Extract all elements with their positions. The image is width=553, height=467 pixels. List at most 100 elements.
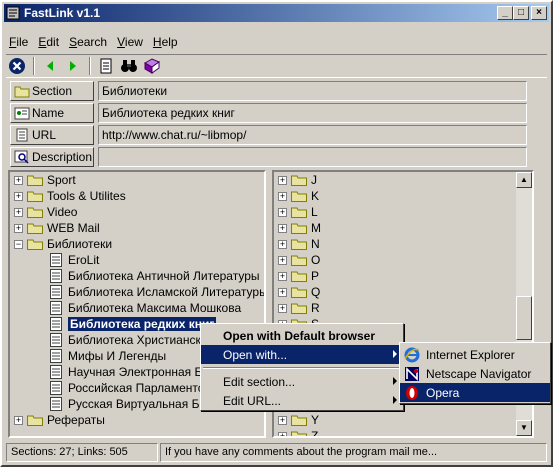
tree-item-label: Z (311, 429, 319, 438)
tree-folder[interactable]: + K (278, 188, 319, 204)
name-field[interactable]: Библиотека редких книг (98, 102, 527, 123)
forward-arrow-icon[interactable] (62, 56, 84, 76)
stop-icon[interactable] (6, 56, 28, 76)
tree-item-label: K (311, 189, 320, 203)
link-document-icon (50, 317, 62, 331)
menu-edit-url[interactable]: Edit URL... (201, 391, 403, 410)
document-icon (14, 128, 30, 142)
expander-icon[interactable]: + (278, 175, 287, 185)
folder-icon (27, 174, 43, 186)
description-row: Description (10, 146, 527, 167)
tree-folder[interactable]: + Video (14, 204, 77, 220)
tree-folder[interactable]: + N (278, 236, 320, 252)
menu-open-with[interactable]: Open with... (201, 345, 403, 364)
tree-folder[interactable]: + Рефераты (14, 412, 105, 428)
tree-folder[interactable]: + Sport (14, 172, 76, 188)
opera-icon (404, 385, 420, 401)
section-field[interactable]: Библиотеки (98, 80, 527, 101)
section-label: Section (32, 83, 73, 98)
browser-netscape-navigator[interactable]: Netscape Navigator (400, 364, 550, 383)
book-icon[interactable] (141, 56, 163, 76)
tree-link[interactable]: Библиотека Максима Мошкова (50, 300, 241, 316)
menu-open-with-label: Open with... (223, 347, 288, 362)
menu-help-accel: H (152, 35, 162, 49)
tree-item-label: P (311, 269, 320, 283)
description-field[interactable] (98, 146, 527, 167)
expander-icon[interactable]: + (278, 303, 287, 313)
scroll-thumb[interactable] (516, 296, 532, 340)
tree-link[interactable]: Библиотека редких книг (50, 316, 217, 332)
expander-icon[interactable]: + (14, 207, 23, 217)
notepad-icon[interactable] (95, 56, 117, 76)
tree-folder[interactable]: + Q (278, 284, 320, 300)
expander-icon[interactable]: − (14, 239, 23, 249)
expander-icon[interactable]: + (278, 239, 287, 249)
tree-folder[interactable]: + O (278, 252, 320, 268)
section-label-box: Section (10, 80, 94, 101)
tree-link[interactable]: Библиотека Античной Литературы (50, 268, 260, 284)
expander-icon[interactable]: + (278, 191, 287, 201)
menu-edit[interactable]: Edit (33, 35, 64, 49)
expander-icon[interactable]: + (278, 223, 287, 233)
expander-icon[interactable]: + (278, 271, 287, 281)
expander-icon[interactable]: + (278, 255, 287, 265)
tree-folder[interactable]: + R (278, 300, 320, 316)
app-icon (6, 6, 20, 20)
expander-icon[interactable]: + (14, 191, 23, 201)
scroll-down-button[interactable]: ▼ (516, 420, 532, 436)
menu-open-default-browser-label: Open with Default browser (223, 328, 376, 343)
scroll-up-button[interactable]: ▲ (516, 172, 532, 188)
folder-icon (291, 414, 307, 426)
tree-link[interactable]: Библиотека Исламской Литературы (50, 284, 264, 300)
menu-view[interactable]: View (112, 35, 148, 49)
tree-folder[interactable]: + L (278, 204, 318, 220)
open-folder-icon (27, 238, 43, 250)
maximize-button[interactable]: □ (513, 6, 529, 20)
expander-icon[interactable]: + (14, 175, 23, 185)
link-document-icon (50, 333, 62, 347)
folder-icon (27, 206, 43, 218)
tree-item-label: L (311, 205, 318, 219)
expander-icon[interactable]: + (278, 287, 287, 297)
binoculars-icon[interactable] (118, 56, 140, 76)
tree-folder[interactable]: + M (278, 220, 321, 236)
name-card-icon (14, 106, 30, 120)
tree-folder[interactable]: + WEB Mail (14, 220, 100, 236)
tree-item-label: EroLit (68, 253, 100, 267)
folder-icon (27, 414, 43, 426)
expander-icon[interactable]: + (14, 415, 23, 425)
tree-link[interactable]: EroLit (50, 252, 99, 268)
netscape-icon (404, 366, 420, 382)
menu-edit-label: dit (46, 35, 60, 49)
url-field[interactable]: http://www.chat.ru/~libmop/ (98, 124, 527, 145)
browser-internet-explorer[interactable]: Internet Explorer (400, 345, 550, 364)
tree-folder[interactable]: + Z (278, 428, 319, 438)
tree-folder[interactable]: + P (278, 268, 319, 284)
internet-explorer-icon (404, 347, 420, 363)
menu-help[interactable]: Help (148, 35, 183, 49)
name-row: Name Библиотека редких книг (10, 102, 527, 123)
tree-link[interactable]: Мифы И Легенды (50, 348, 166, 364)
menu-open-default-browser[interactable]: Open with Default browser (201, 326, 403, 345)
tree-folder[interactable]: + Y (278, 412, 319, 428)
expander-icon[interactable]: + (278, 431, 287, 436)
tree-folder[interactable]: + J (278, 172, 317, 188)
title-bar[interactable]: FastLink v1.1 _ □ × (4, 4, 549, 22)
menu-search[interactable]: Search (64, 35, 112, 49)
back-arrow-icon[interactable] (39, 56, 61, 76)
expander-icon[interactable]: + (14, 223, 23, 233)
menu-edit-section[interactable]: Edit section... (201, 372, 403, 391)
menu-search-accel: S (69, 35, 78, 49)
browser-opera[interactable]: Opera (400, 383, 550, 402)
status-message: If you have any comments about the progr… (160, 443, 547, 462)
name-label-box: Name (10, 102, 94, 123)
tree-folder[interactable]: + Tools & Utilites (14, 188, 126, 204)
menu-file[interactable]: File (4, 35, 33, 49)
minimize-button[interactable]: _ (497, 6, 513, 20)
expander-icon[interactable]: + (278, 207, 287, 217)
tree-folder[interactable]: − Библиотеки (14, 236, 112, 252)
expander-icon[interactable]: + (278, 415, 287, 425)
status-bar: Sections: 27; Links: 505 If you have any… (6, 443, 547, 463)
close-button[interactable]: × (531, 6, 547, 20)
menu-edit-url-label: Edit URL... (223, 393, 282, 408)
